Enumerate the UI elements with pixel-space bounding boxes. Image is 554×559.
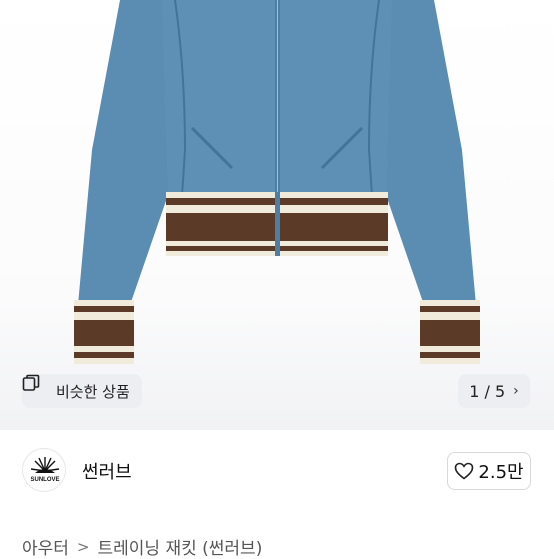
image-counter-text: 1 / 5: [469, 381, 506, 401]
sunlove-logo-icon: SUNLOVE: [30, 457, 60, 483]
image-counter-button[interactable]: 1 / 5 ›: [458, 374, 530, 408]
heart-icon: [454, 462, 474, 480]
seller-avatar[interactable]: SUNLOVE: [22, 448, 66, 492]
breadcrumb: 아우터 > 트레이닝 재킷 (썬러브): [22, 534, 262, 559]
like-button[interactable]: 2.5만: [447, 452, 531, 490]
jacket-photo: [74, 0, 480, 364]
breadcrumb-separator: >: [76, 537, 90, 556]
like-count: 2.5만: [478, 462, 524, 483]
avatar-text: SUNLOVE: [30, 477, 59, 483]
seller-name[interactable]: 썬러브: [82, 458, 132, 484]
product-image[interactable]: 비슷한 상품 1 / 5 ›: [0, 0, 554, 430]
similar-items-button[interactable]: 비슷한 상품: [22, 374, 142, 408]
breadcrumb-item-category[interactable]: 아우터: [22, 534, 69, 559]
breadcrumb-item-product[interactable]: 트레이닝 재킷 (썬러브): [98, 534, 263, 559]
seller-row[interactable]: SUNLOVE 썬러브 2.5만: [0, 430, 554, 514]
similar-items-label: 비슷한 상품: [56, 382, 130, 401]
chevron-right-icon: ›: [513, 383, 519, 399]
similar-items-icon: [22, 374, 50, 400]
